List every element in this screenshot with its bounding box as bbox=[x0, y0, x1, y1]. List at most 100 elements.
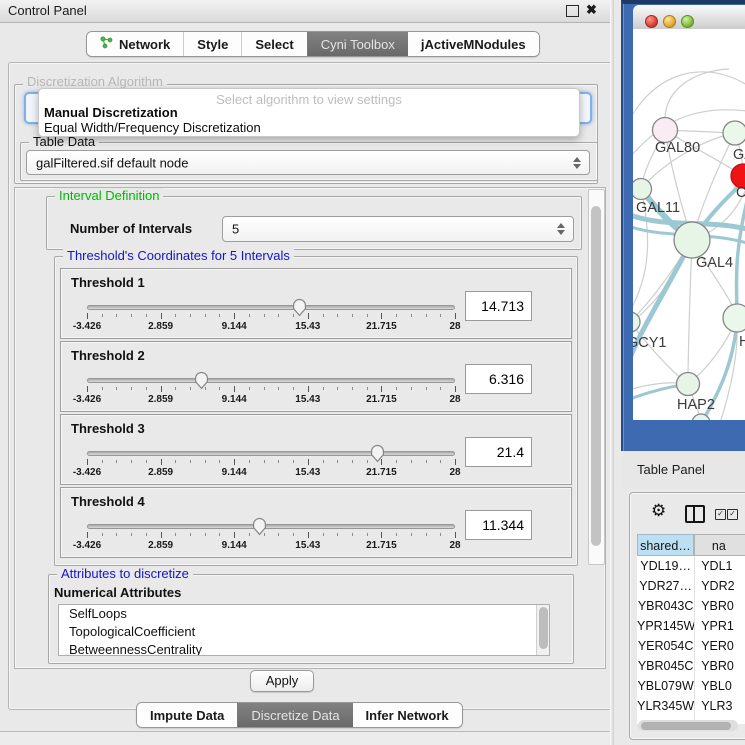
column-header-shared-name[interactable]: shared… bbox=[637, 534, 694, 556]
table-cell[interactable]: YBR0 bbox=[695, 656, 745, 676]
slider-track[interactable] bbox=[87, 524, 455, 529]
scrollbar-thumb[interactable] bbox=[641, 722, 731, 730]
table-horizontal-scrollbar[interactable] bbox=[638, 720, 738, 731]
tab-network[interactable]: Network bbox=[87, 32, 183, 56]
slider-tick bbox=[264, 314, 265, 317]
table-cell[interactable]: YLR3 bbox=[695, 696, 745, 716]
slider-tick bbox=[352, 460, 353, 463]
checkbox-icon[interactable]: ✓ bbox=[727, 509, 738, 520]
table-cell[interactable]: YBL079W bbox=[637, 676, 695, 696]
table-cell[interactable]: YBL0 bbox=[695, 676, 745, 696]
network-view[interactable]: GAL80GACGAL11GAL4HGCY1HAP2 bbox=[633, 29, 745, 420]
attributes-list-scrollbar[interactable] bbox=[536, 605, 549, 655]
scrollbar-thumb[interactable] bbox=[591, 206, 601, 546]
dropdown-option-manual[interactable]: Manual Discretization bbox=[44, 105, 178, 120]
table-cell[interactable]: YDL19… bbox=[637, 556, 695, 576]
slider-track[interactable] bbox=[87, 305, 455, 310]
network-node[interactable] bbox=[653, 118, 678, 143]
split-columns-icon[interactable] bbox=[685, 505, 705, 523]
scrollbar-thumb[interactable] bbox=[539, 607, 548, 649]
table-cell[interactable]: YDR2 bbox=[695, 576, 745, 596]
checkbox-icon[interactable]: ✓ bbox=[715, 509, 726, 520]
slider-tick bbox=[190, 314, 191, 317]
table-row[interactable]: YPR145WYPR1 bbox=[637, 616, 745, 636]
group-title-thresholds: Threshold's Coordinates for 5 Intervals bbox=[63, 248, 294, 263]
slider-handle[interactable] bbox=[369, 443, 386, 463]
attribute-list-item[interactable]: TopologicalCoefficient bbox=[59, 623, 549, 641]
slider-tick bbox=[190, 533, 191, 536]
table-row[interactable]: YLR345WYLR3 bbox=[637, 696, 745, 716]
slider-ticks: -3.4262.8599.14415.4321.71528 bbox=[87, 459, 455, 483]
threshold-slider[interactable]: -3.4262.8599.14415.4321.71528 bbox=[87, 514, 455, 556]
threshold-slider[interactable]: -3.4262.8599.14415.4321.71528 bbox=[87, 441, 455, 483]
network-node[interactable] bbox=[723, 304, 745, 332]
tab-infer-network[interactable]: Infer Network bbox=[353, 703, 462, 727]
zoom-traffic-light-icon[interactable] bbox=[681, 15, 694, 28]
table-cell[interactable]: YER054C bbox=[637, 636, 695, 656]
tab-impute-data[interactable]: Impute Data bbox=[137, 703, 237, 727]
minimize-traffic-light-icon[interactable] bbox=[663, 15, 676, 28]
table-row[interactable]: YBR045CYBR0 bbox=[637, 656, 745, 676]
tab-select[interactable]: Select bbox=[241, 32, 306, 56]
network-node[interactable] bbox=[723, 121, 745, 145]
slider-tick bbox=[219, 533, 220, 536]
attribute-list-item[interactable]: BetweennessCentrality bbox=[59, 641, 549, 656]
table-cell[interactable]: YPR1 bbox=[695, 616, 745, 636]
tab-jactivemnodules[interactable]: jActiveMNodules bbox=[408, 32, 539, 56]
tab-label: Cyni Toolbox bbox=[321, 37, 395, 52]
close-icon[interactable]: ✖ bbox=[586, 2, 597, 18]
threshold-value-field[interactable]: 14.713 bbox=[465, 291, 532, 321]
table-cell[interactable]: YER0 bbox=[695, 636, 745, 656]
table-cell[interactable]: YDR27… bbox=[637, 576, 695, 596]
dropdown-option-equal-width[interactable]: Equal Width/Frequency Discretization bbox=[44, 120, 261, 135]
table-row[interactable]: YBL079WYBL0 bbox=[637, 676, 745, 696]
threshold-slider[interactable]: -3.4262.8599.14415.4321.71528 bbox=[87, 368, 455, 410]
network-window-titlebar[interactable] bbox=[633, 5, 745, 30]
float-window-icon[interactable] bbox=[566, 5, 579, 17]
table-cell[interactable]: YBR0 bbox=[695, 596, 745, 616]
slider-tick bbox=[367, 314, 368, 317]
threshold-slider[interactable]: -3.4262.8599.14415.4321.71528 bbox=[87, 295, 455, 337]
numerical-attributes-list[interactable]: SelfLoopsTopologicalCoefficientBetweenne… bbox=[58, 604, 550, 656]
table-cell[interactable]: YBR043C bbox=[637, 596, 695, 616]
slider-tick bbox=[131, 387, 132, 390]
close-traffic-light-icon[interactable] bbox=[645, 15, 658, 28]
tab-discretize-data[interactable]: Discretize Data bbox=[237, 703, 352, 727]
settings-vertical-scrollbar[interactable] bbox=[588, 189, 605, 565]
panel-divider[interactable] bbox=[610, 0, 614, 745]
table-cell[interactable]: YBR045C bbox=[637, 656, 695, 676]
threshold-value-field[interactable]: 11.344 bbox=[465, 510, 532, 540]
tab-cyni-toolbox[interactable]: Cyni Toolbox bbox=[307, 32, 408, 56]
table-cell[interactable]: YPR145W bbox=[637, 616, 695, 636]
table-cell[interactable]: YDL1 bbox=[695, 556, 745, 576]
slider-handle[interactable] bbox=[193, 370, 210, 390]
slider-track[interactable] bbox=[87, 378, 455, 383]
slider-tick-label: 21.715 bbox=[366, 394, 397, 405]
slider-tick bbox=[264, 387, 265, 390]
table-data-combobox[interactable]: galFiltered.sif default node bbox=[26, 150, 590, 175]
network-node[interactable] bbox=[633, 179, 652, 200]
table-cell[interactable]: YLR345W bbox=[637, 696, 695, 716]
table-row[interactable]: YBR043CYBR0 bbox=[637, 596, 745, 616]
slider-tick bbox=[411, 314, 412, 317]
network-node[interactable] bbox=[633, 312, 640, 332]
column-header-name[interactable]: na bbox=[694, 534, 745, 556]
apply-button[interactable]: Apply bbox=[250, 670, 314, 692]
network-node[interactable] bbox=[677, 373, 700, 396]
slider-track[interactable] bbox=[87, 451, 455, 456]
slider-handle[interactable] bbox=[251, 516, 268, 536]
table-row[interactable]: YDR27…YDR2 bbox=[637, 576, 745, 596]
node-table[interactable]: shared… na YDL19…YDL1YDR27…YDR2YBR043CYB… bbox=[637, 534, 745, 724]
tab-style[interactable]: Style bbox=[183, 32, 241, 56]
number-of-intervals-combobox[interactable]: 5 bbox=[222, 216, 574, 242]
slider-tick-label: 2.859 bbox=[148, 394, 173, 405]
threshold-value-field[interactable]: 21.4 bbox=[465, 437, 532, 467]
slider-tick bbox=[102, 533, 103, 536]
network-node[interactable] bbox=[674, 222, 710, 258]
attribute-list-item[interactable]: SelfLoops bbox=[59, 605, 549, 623]
table-row[interactable]: YDL19…YDL1 bbox=[637, 556, 745, 576]
settings-gear-icon[interactable]: ⚙ bbox=[651, 501, 666, 521]
slider-handle[interactable] bbox=[291, 297, 308, 317]
table-row[interactable]: YER054CYER0 bbox=[637, 636, 745, 656]
threshold-value-field[interactable]: 6.316 bbox=[465, 364, 532, 394]
